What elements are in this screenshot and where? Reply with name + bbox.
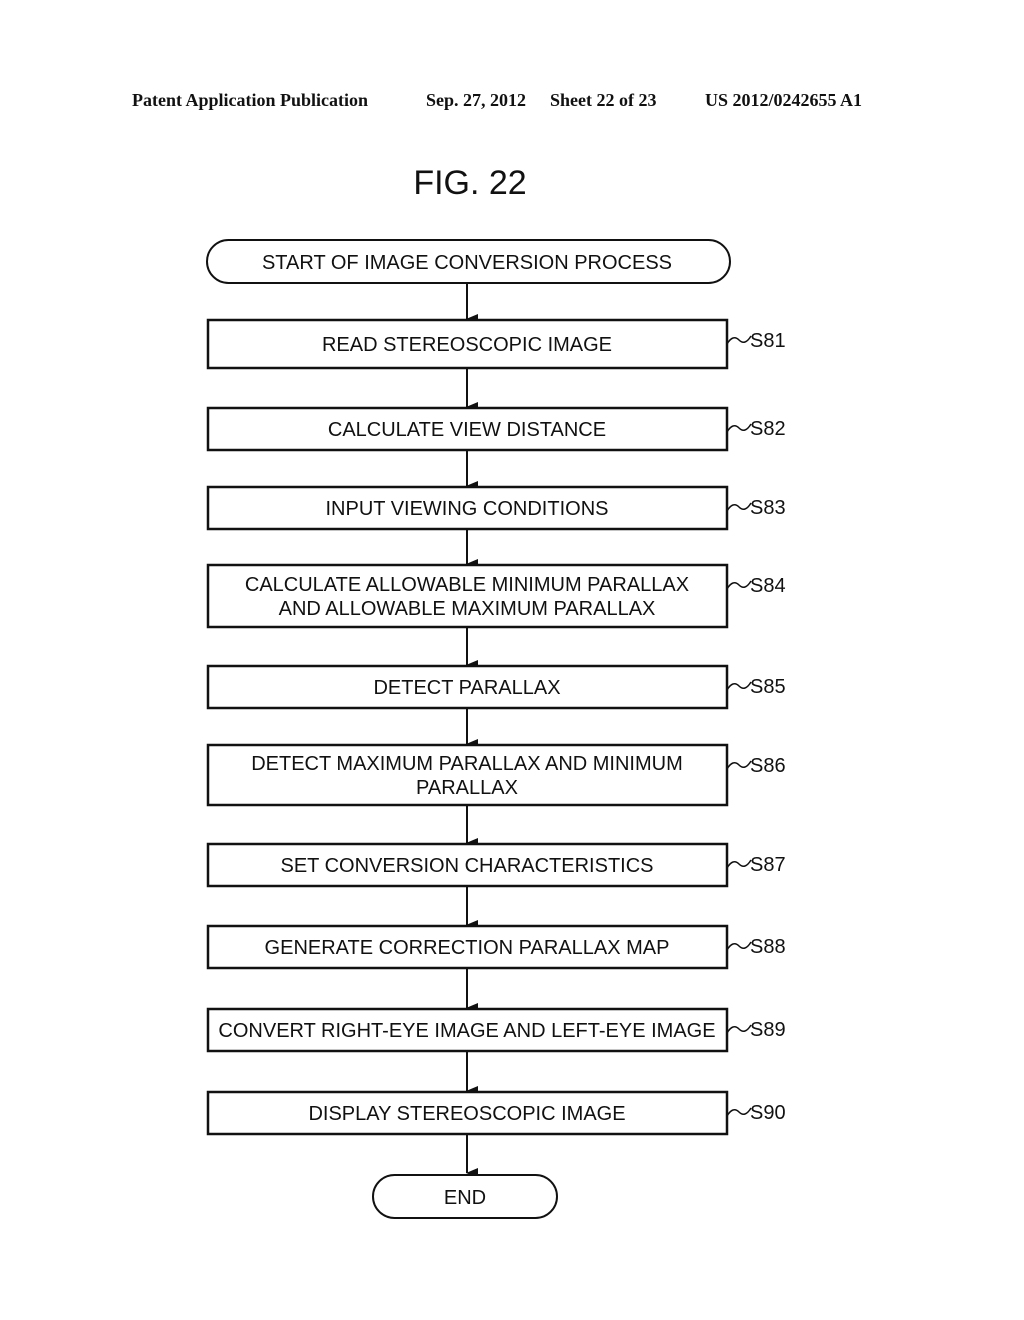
step-leader-line	[726, 580, 752, 590]
step-id-label: S86	[750, 755, 786, 777]
step-id-label: S89	[750, 1019, 786, 1041]
process-step-text: CALCULATE VIEW DISTANCE	[328, 419, 606, 441]
process-step-text: INPUT VIEWING CONDITIONS	[326, 498, 609, 520]
step-leader-line	[726, 423, 752, 433]
step-id-label: S83	[750, 497, 786, 519]
step-id-label: S88	[750, 936, 786, 958]
process-step-text: DETECT PARALLAX	[373, 677, 560, 699]
flowchart: START OF IMAGE CONVERSION PROCESS READ ST…	[206, 239, 786, 1219]
process-step-text: PARALLAX	[416, 777, 518, 799]
process-step-text: SET CONVERSION CHARACTERISTICS	[280, 855, 653, 877]
end-terminator-label: END	[444, 1187, 486, 1209]
start-terminator-label: START OF IMAGE CONVERSION PROCESS	[262, 252, 672, 274]
process-step-text: AND ALLOWABLE MAXIMUM PARALLAX	[279, 598, 656, 620]
process-step-text: GENERATE CORRECTION PARALLAX MAP	[265, 937, 670, 959]
step-leader-line	[726, 1024, 752, 1034]
step-id-label: S82	[750, 418, 786, 440]
step-leader-line	[726, 859, 752, 869]
process-step-text: CONVERT RIGHT-EYE IMAGE AND LEFT-EYE IMA…	[218, 1020, 715, 1042]
process-step-text: DETECT MAXIMUM PARALLAX AND MINIMUM	[251, 753, 683, 775]
step-id-label: S90	[750, 1102, 786, 1124]
process-step-text: READ STEREOSCOPIC IMAGE	[322, 334, 612, 356]
step-leader-line	[726, 335, 752, 345]
step-leader-line	[726, 760, 752, 770]
step-id-label: S87	[750, 854, 786, 876]
process-step-text: DISPLAY STEREOSCOPIC IMAGE	[308, 1103, 625, 1125]
step-id-label: S84	[750, 575, 786, 597]
step-id-label: S85	[750, 676, 786, 698]
process-step-text: CALCULATE ALLOWABLE MINIMUM PARALLAX	[245, 574, 689, 596]
step-leader-line	[726, 681, 752, 691]
step-leader-line	[726, 502, 752, 512]
step-leader-line	[726, 941, 752, 951]
step-id-label: S81	[750, 330, 786, 352]
step-leader-line	[726, 1107, 752, 1117]
